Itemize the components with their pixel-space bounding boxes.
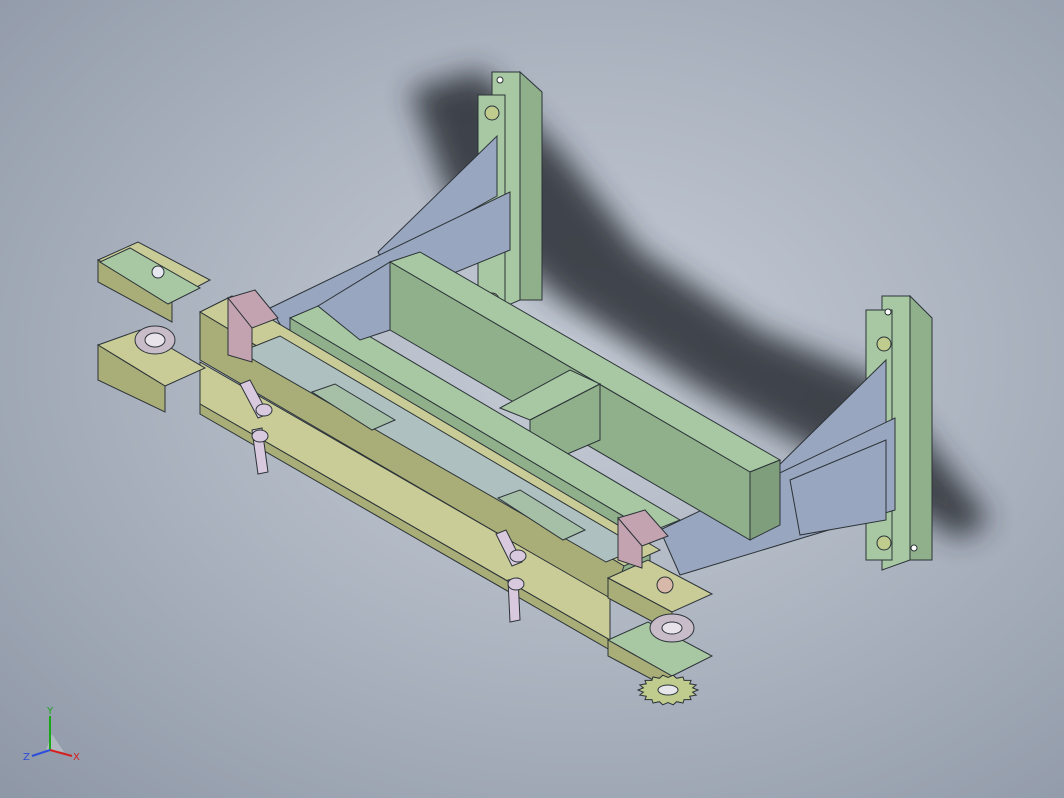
clamp-handle[interactable] bbox=[251, 427, 269, 475]
model-view[interactable] bbox=[0, 0, 1064, 798]
clamp-handle[interactable] bbox=[507, 577, 525, 623]
cad-viewport[interactable]: Y X Z bbox=[0, 0, 1064, 798]
sprocket-hub bbox=[657, 684, 679, 696]
x-axis-label: X bbox=[73, 752, 80, 763]
y-axis-label: Y bbox=[46, 706, 54, 717]
orientation-triad: Y X Z bbox=[23, 706, 80, 763]
drive-sprocket bbox=[636, 674, 700, 706]
z-axis-label: Z bbox=[23, 752, 30, 763]
z-axis bbox=[31, 749, 51, 757]
